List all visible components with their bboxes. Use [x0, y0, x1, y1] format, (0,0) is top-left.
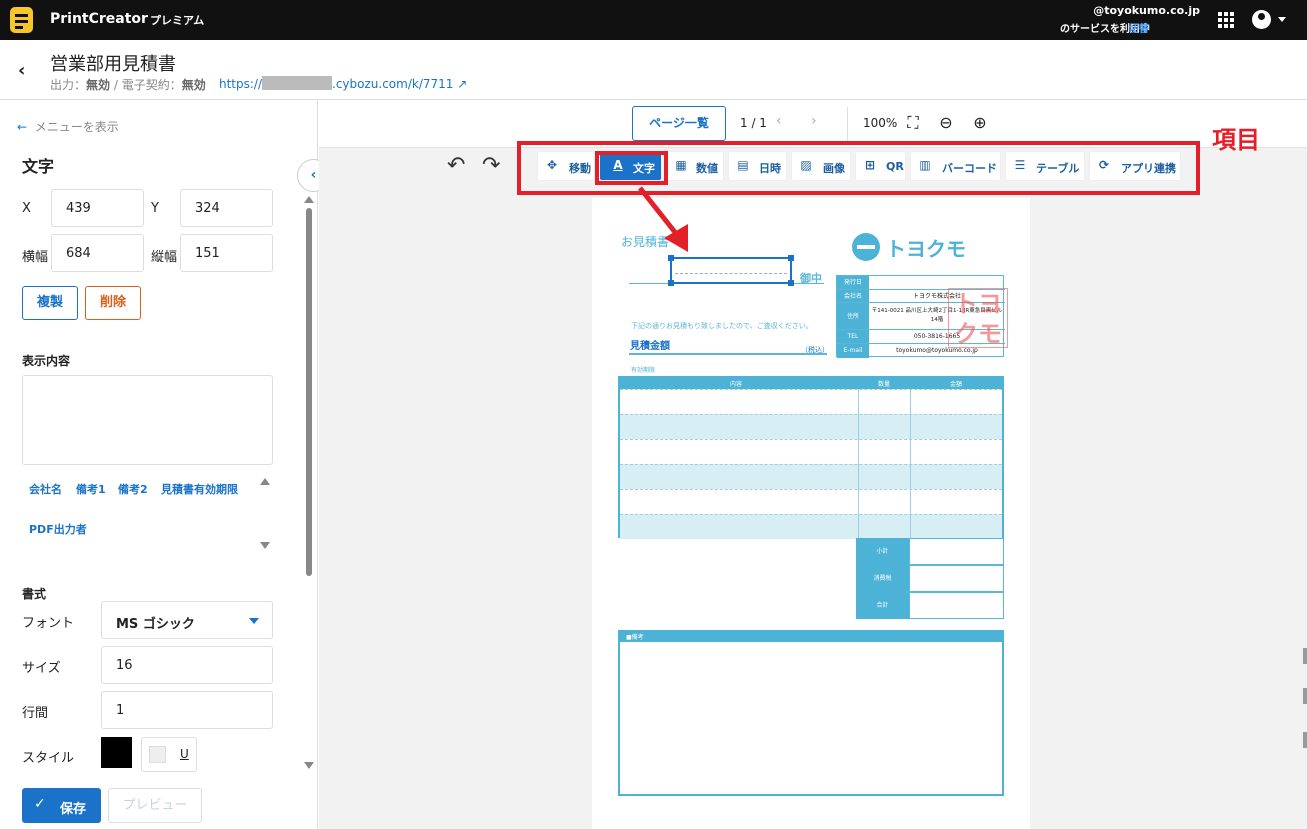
chip-pdf-user[interactable]: PDF出力者	[29, 521, 87, 537]
save-button[interactable]: ✓ 保存	[22, 788, 101, 823]
logo-text: トヨクモ	[886, 237, 966, 261]
chip-validity[interactable]: 見積書有効期限	[161, 481, 238, 497]
chevron-down-icon[interactable]	[249, 618, 259, 624]
amount-line	[629, 353, 827, 355]
annotation-arrow-icon	[638, 186, 688, 252]
show-menu-link[interactable]: ← メニューを表示	[17, 118, 119, 135]
chip-company[interactable]: 会社名	[29, 481, 62, 497]
color-swatch[interactable]	[101, 737, 132, 768]
zoom-out-icon[interactable]: ⊖	[935, 112, 957, 134]
scroll-up-icon[interactable]	[260, 478, 270, 485]
next-page-icon[interactable]: ›	[811, 113, 817, 129]
y-label: Y	[151, 201, 159, 216]
switch-link[interactable]: 切替	[1129, 20, 1149, 35]
validity-label: 有効期限	[631, 367, 656, 374]
toyokumo-logo-icon	[852, 233, 880, 261]
remarks-header: ■備考	[620, 632, 1002, 642]
resize-handle[interactable]	[788, 280, 794, 286]
duplicate-button[interactable]: 複製	[22, 286, 78, 320]
content-title: 表示内容	[22, 354, 71, 368]
account-menu-caret-icon[interactable]	[1278, 17, 1286, 22]
page-indicator: 1 / 1	[740, 116, 767, 130]
honorific: 御中	[800, 272, 822, 285]
content-textarea[interactable]	[22, 375, 273, 465]
scroll-down-icon[interactable]	[304, 762, 314, 769]
page-title: 営業部用見積書	[50, 54, 176, 75]
editor-canvas: ページ一覧 1 / 1 ‹ › 100% ⛶ ⊖ ⊕ ↶ ↷ ✥ 移動 A 文字 ▦…	[319, 101, 1307, 829]
document-status: 出力：無効 / 電子契約：無効	[50, 78, 206, 92]
underline-toggle[interactable]: U	[180, 747, 189, 761]
document-header: ‹ 営業部用見積書 出力：無効 / 電子契約：無効 https://.cyboz…	[0, 40, 1307, 100]
back-arrow-icon[interactable]: ‹	[18, 60, 25, 81]
item-table: 内容 数量 金額	[618, 376, 1004, 539]
selected-text-element[interactable]	[668, 255, 794, 286]
x-input[interactable]: 439	[51, 189, 144, 227]
x-label: X	[22, 201, 31, 216]
top-app-bar: PrintCreator プレミアム @toyokumo.co.jp のサービス…	[0, 0, 1307, 40]
scroll-down-icon[interactable]	[260, 542, 270, 549]
y-input[interactable]: 324	[180, 189, 273, 227]
external-link-icon: ↗	[453, 77, 468, 91]
style-toggle-group: U	[141, 737, 197, 772]
redo-icon[interactable]: ↷	[482, 153, 500, 178]
delete-button[interactable]: 削除	[85, 286, 141, 320]
check-icon: ✓	[34, 796, 46, 812]
sidebar-scrollbar[interactable]	[304, 196, 314, 826]
font-label: フォント	[22, 616, 75, 631]
background-color-swatch[interactable]	[149, 746, 166, 763]
company-seal: トヨクモ	[948, 288, 1008, 348]
amount-label: 見積金額	[630, 341, 670, 352]
plan-badge: プレミアム	[150, 14, 205, 27]
properties-sidebar: ← メニューを表示 文字 X 439 Y 324 横幅 684 縦幅 151 複…	[0, 101, 318, 829]
page-list-button[interactable]: ページ一覧	[632, 106, 726, 141]
chip-list-scrollbar[interactable]	[258, 476, 272, 551]
zoom-level: 100%	[863, 116, 898, 130]
size-input[interactable]: 16	[101, 646, 273, 684]
scrollbar-thumb[interactable]	[306, 208, 312, 576]
zoom-in-icon[interactable]: ⊕	[969, 112, 991, 134]
kintone-app-link[interactable]: https://.cybozu.com/k/7711 ↗	[219, 76, 467, 91]
printcreator-logo-icon[interactable]	[10, 7, 33, 33]
size-label: サイズ	[22, 661, 61, 676]
field-chip-list: 会社名 備考1 備考2 見積書有効期限 PDF出力者	[22, 471, 258, 551]
resize-handle[interactable]	[788, 255, 794, 261]
remarks-box: ■備考	[618, 630, 1004, 796]
account-icon[interactable]	[1252, 10, 1271, 29]
format-title: 書式	[22, 587, 47, 601]
width-input[interactable]: 684	[51, 234, 144, 272]
line-height-label: 行間	[22, 706, 49, 721]
height-label: 縦幅	[151, 250, 178, 265]
undo-icon[interactable]: ↶	[447, 153, 465, 178]
width-label: 横幅	[22, 250, 49, 265]
estimate-note: 下記の通りお見積もり致しましたので、ご査収ください。	[631, 322, 813, 330]
user-domain: @toyokumo.co.jp	[1093, 4, 1200, 17]
chip-remark2[interactable]: 備考2	[118, 481, 148, 497]
document-page[interactable]: お見積書 御中 下記の通りお見積もり致しましたので、ご査収ください。 見積金額 …	[592, 198, 1030, 829]
section-title: 文字	[22, 157, 55, 176]
apps-grid-icon[interactable]	[1218, 12, 1234, 28]
table-header: 内容 数量 金額	[620, 378, 1002, 389]
divider	[847, 107, 848, 141]
line-height-input[interactable]: 1	[101, 691, 273, 729]
prev-page-icon[interactable]: ‹	[776, 113, 782, 129]
annotation-label: 項目	[1212, 126, 1260, 154]
style-label: スタイル	[22, 751, 75, 766]
window-edge-marks	[1301, 640, 1307, 750]
chip-remark1[interactable]: 備考1	[76, 481, 106, 497]
resize-handle[interactable]	[668, 280, 674, 286]
height-input[interactable]: 151	[180, 234, 273, 272]
preview-button[interactable]: プレビュー	[108, 788, 202, 823]
fit-screen-icon[interactable]: ⛶	[902, 112, 924, 134]
summary-table: 小計 消費税 合計	[856, 538, 1004, 622]
scroll-up-icon[interactable]	[304, 196, 314, 203]
brand-name: PrintCreator	[50, 11, 148, 27]
font-select[interactable]: MS ゴシック	[101, 601, 273, 639]
redacted-subdomain	[262, 76, 333, 90]
arrow-left-icon: ←	[17, 120, 28, 134]
